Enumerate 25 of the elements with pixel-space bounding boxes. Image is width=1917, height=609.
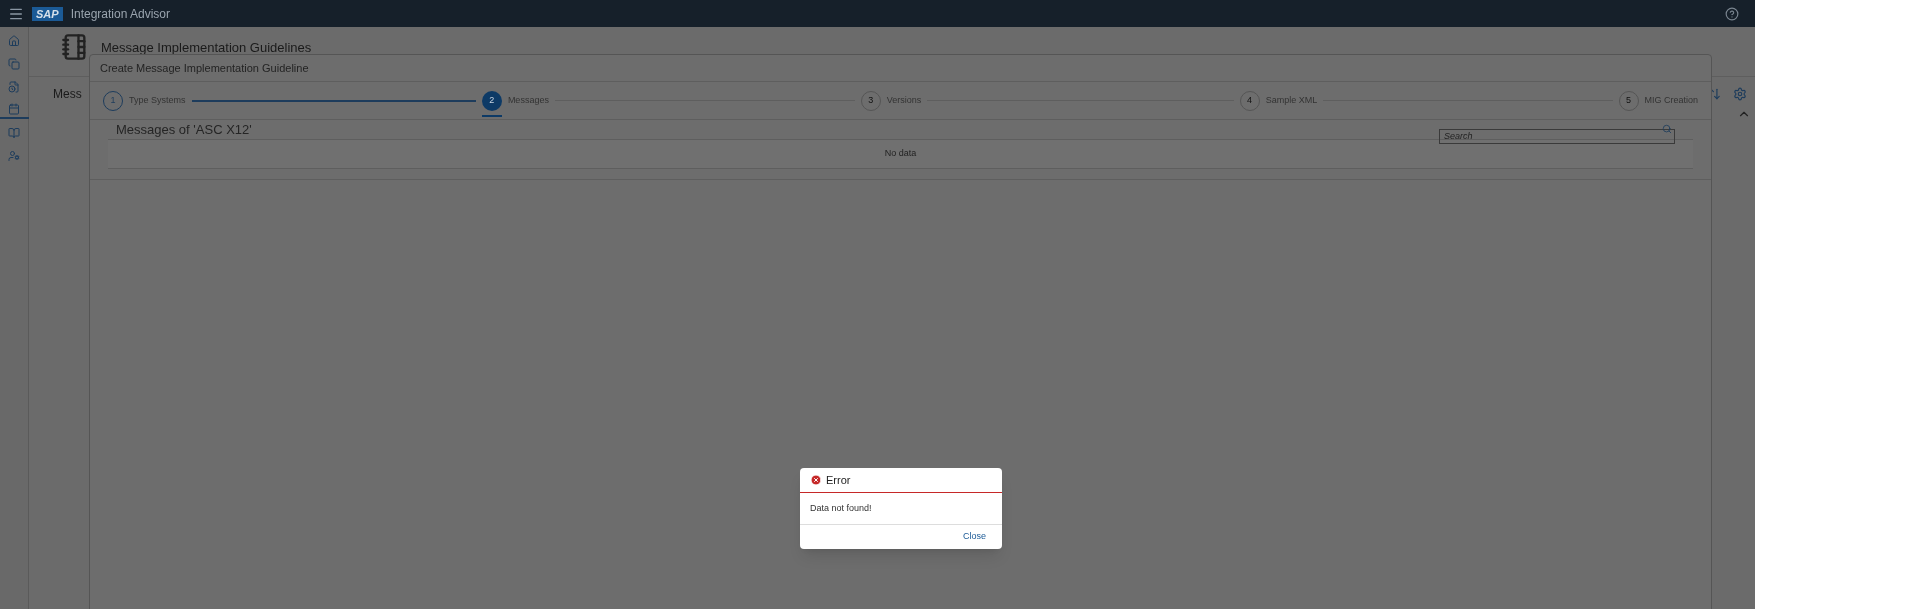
section-title: Mess (53, 86, 82, 103)
calendar-icon (8, 102, 20, 115)
user-icon (8, 149, 20, 162)
empty-text: No data (884, 147, 917, 161)
help-icon[interactable] (1725, 6, 1739, 21)
close-button[interactable]: Close (963, 530, 986, 544)
error-title: Error (826, 472, 851, 488)
copy-icon (8, 57, 20, 70)
app-title: Integration Advisor (70, 5, 171, 23)
search-icon[interactable] (1662, 124, 1672, 134)
brand-logo[interactable]: SAP (32, 6, 63, 21)
active-step-indicator (481, 114, 502, 117)
error-icon (810, 474, 822, 486)
book-icon (8, 126, 20, 139)
settings-icon[interactable] (1733, 87, 1747, 101)
step-label[interactable]: Messages (507, 93, 549, 108)
dialog-title: Create Message Implementation Guideline (100, 60, 309, 76)
document-icon (8, 80, 20, 93)
step-number[interactable]: 2 (481, 90, 502, 111)
notebook-icon (61, 33, 89, 61)
list-title: Messages of 'ASC X12' (116, 120, 252, 139)
error-message: Data not found! (810, 501, 872, 515)
page-title: Message Implementation Guidelines (101, 40, 312, 56)
search-field[interactable]: Search (1439, 128, 1675, 144)
home-icon (8, 34, 20, 47)
